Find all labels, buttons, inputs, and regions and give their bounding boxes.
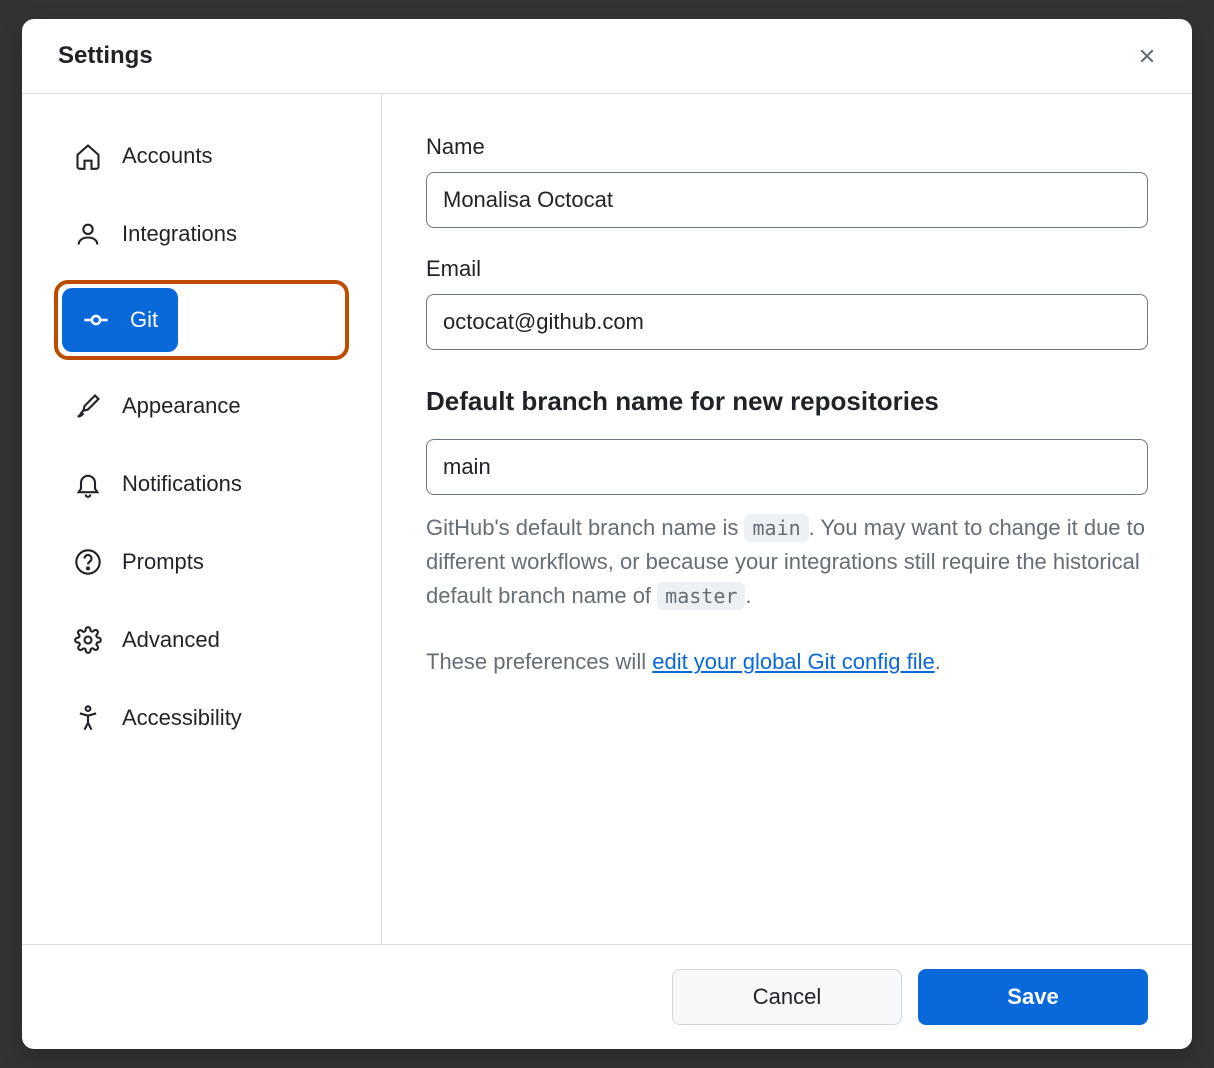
sidebar-item-accounts[interactable]: Accounts xyxy=(54,124,349,188)
person-icon xyxy=(74,220,102,248)
sidebar-item-accessibility[interactable]: Accessibility xyxy=(54,686,349,750)
bell-icon xyxy=(74,470,102,498)
sidebar-label: Accessibility xyxy=(122,705,242,731)
code-master: master xyxy=(657,582,745,610)
question-icon xyxy=(74,548,102,576)
email-input[interactable] xyxy=(426,294,1148,350)
sidebar-label: Git xyxy=(130,307,158,333)
git-commit-icon xyxy=(82,306,110,334)
sidebar-item-git-highlighted[interactable]: Git xyxy=(54,280,349,360)
sidebar-label: Prompts xyxy=(122,549,204,575)
code-main: main xyxy=(744,514,808,542)
settings-content: Name Email Default branch name for new r… xyxy=(382,94,1192,944)
sidebar-item-appearance[interactable]: Appearance xyxy=(54,374,349,438)
settings-modal: Settings Accounts Integrations Git xyxy=(22,19,1192,1049)
settings-sidebar: Accounts Integrations Git Appearance Not… xyxy=(22,94,382,944)
modal-header: Settings xyxy=(22,19,1192,94)
default-branch-heading: Default branch name for new repositories xyxy=(426,386,1148,417)
email-label: Email xyxy=(426,256,1148,282)
accessibility-icon xyxy=(74,704,102,732)
preferences-note: These preferences will edit your global … xyxy=(426,645,1148,679)
sidebar-label: Accounts xyxy=(122,143,213,169)
default-branch-input[interactable] xyxy=(426,439,1148,495)
sidebar-item-integrations[interactable]: Integrations xyxy=(54,202,349,266)
sidebar-item-prompts[interactable]: Prompts xyxy=(54,530,349,594)
paintbrush-icon xyxy=(74,392,102,420)
name-input[interactable] xyxy=(426,172,1148,228)
close-button[interactable] xyxy=(1130,39,1164,73)
sidebar-label: Appearance xyxy=(122,393,241,419)
gear-icon xyxy=(74,626,102,654)
sidebar-item-advanced[interactable]: Advanced xyxy=(54,608,349,672)
home-icon xyxy=(74,142,102,170)
sidebar-label: Advanced xyxy=(122,627,220,653)
sidebar-label: Integrations xyxy=(122,221,237,247)
save-button[interactable]: Save xyxy=(918,969,1148,1025)
close-icon xyxy=(1136,45,1158,67)
cancel-button[interactable]: Cancel xyxy=(672,969,902,1025)
git-config-link[interactable]: edit your global Git config file xyxy=(652,649,935,674)
modal-footer: Cancel Save xyxy=(22,944,1192,1049)
sidebar-label: Notifications xyxy=(122,471,242,497)
sidebar-item-notifications[interactable]: Notifications xyxy=(54,452,349,516)
modal-title: Settings xyxy=(58,42,153,70)
default-branch-helper: GitHub's default branch name is main. Yo… xyxy=(426,511,1148,613)
name-label: Name xyxy=(426,134,1148,160)
modal-body: Accounts Integrations Git Appearance Not… xyxy=(22,94,1192,944)
